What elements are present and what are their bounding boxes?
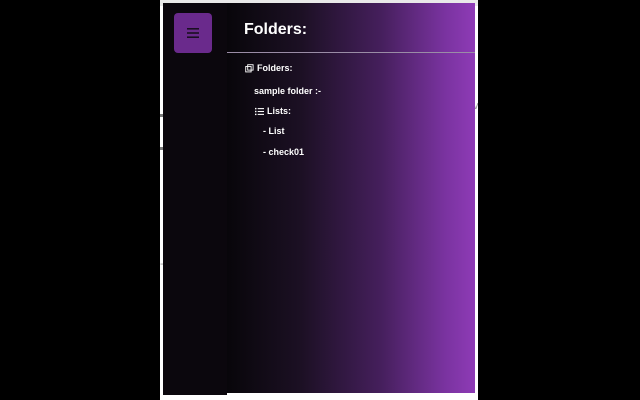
folders-panel: Folders: Folders: sample folder :- Lists… bbox=[227, 3, 475, 393]
menu-toggle-button[interactable] bbox=[174, 13, 212, 53]
panel-title: Folders: bbox=[244, 21, 308, 38]
list-item[interactable]: - List bbox=[263, 126, 285, 136]
folders-section-label: Folders: bbox=[257, 63, 293, 73]
list-item[interactable]: - check01 bbox=[263, 147, 304, 157]
lists-label: Lists: bbox=[267, 106, 292, 116]
hamburger-menu-icon bbox=[187, 28, 199, 38]
lists-heading: Lists: bbox=[255, 106, 291, 116]
folder-item[interactable]: sample folder :- bbox=[254, 86, 321, 96]
list-item-label: - check01 bbox=[263, 147, 305, 157]
panel-header: Folders: bbox=[227, 3, 475, 53]
folder-item-label: sample folder :- bbox=[254, 86, 322, 96]
app-window: v - Folders: Folders: sample folder :- L… bbox=[160, 0, 478, 400]
list-icon bbox=[255, 107, 264, 115]
folders-section-heading: Folders: bbox=[245, 63, 293, 73]
sidebar-rail bbox=[163, 3, 227, 395]
list-item-label: - List bbox=[263, 126, 285, 136]
copy-folders-icon bbox=[245, 63, 254, 72]
